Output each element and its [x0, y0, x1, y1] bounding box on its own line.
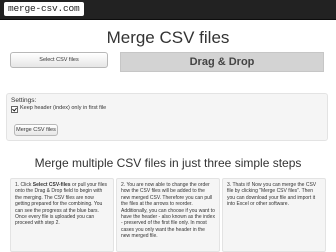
steps-heading: Merge multiple CSV files in just three s… [34, 156, 302, 170]
step-card-1: 1. Click Select CSV-files or pull your f… [10, 178, 114, 252]
step-2-text: 2. You are now able to change the order … [121, 182, 215, 240]
step-3-text: 3. Thats it! Now you can merge the CSV f… [227, 182, 317, 208]
merge-csv-files-button[interactable]: Merge CSV files [14, 124, 58, 136]
site-logo[interactable]: merge-csv.com [4, 2, 84, 16]
select-csv-files-button[interactable]: Select CSV files [10, 52, 108, 68]
page-title: Merge CSV files [106, 28, 230, 47]
settings-heading: Settings: [11, 97, 37, 104]
step-1-text: or pull your files onto the Drag & Drop … [15, 182, 107, 227]
step-card-3: 3. Thats it! Now you can merge the CSV f… [222, 178, 326, 252]
keep-header-label[interactable]: Keep header (index) only in first file [20, 105, 106, 111]
step-1-prefix: 1. Click [15, 182, 33, 188]
keep-header-checkbox[interactable] [11, 106, 18, 113]
step-1-bold: Select CSV-files [32, 182, 71, 188]
top-navbar: merge-csv.com [0, 0, 336, 20]
drag-and-drop-zone[interactable]: Drag & Drop [120, 52, 324, 72]
step-card-2: 2. You are now able to change the order … [116, 178, 220, 252]
